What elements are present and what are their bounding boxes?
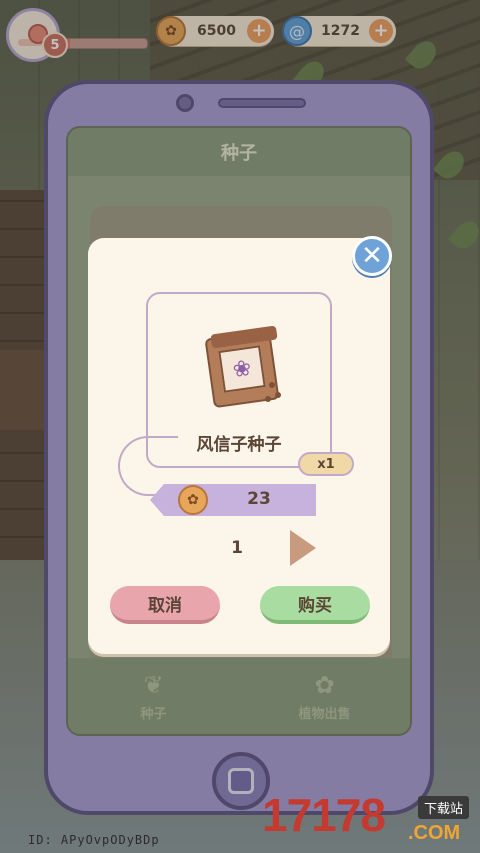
player-id: ID: APyOvpODyBDp <box>28 833 160 847</box>
cancel-button[interactable]: 取消 <box>110 586 220 624</box>
increase-arrow-icon[interactable] <box>290 530 316 566</box>
buy-button[interactable]: 购买 <box>260 586 370 624</box>
close-icon: ✕ <box>361 241 383 271</box>
price-value: 23 <box>247 489 271 509</box>
site-logo: 17178 <box>262 789 386 841</box>
purchase-count: 1 <box>231 538 243 558</box>
seed-packet-icon: ❀ <box>204 325 281 409</box>
site-logo-suffix: .COM <box>408 822 461 844</box>
quantity-badge: x1 <box>298 452 354 476</box>
hyacinth-icon: ❀ <box>218 345 266 393</box>
coin-icon: ✿ <box>178 485 208 515</box>
site-sub-label: 下载站 <box>418 796 470 819</box>
close-button[interactable]: ✕ <box>352 236 392 276</box>
